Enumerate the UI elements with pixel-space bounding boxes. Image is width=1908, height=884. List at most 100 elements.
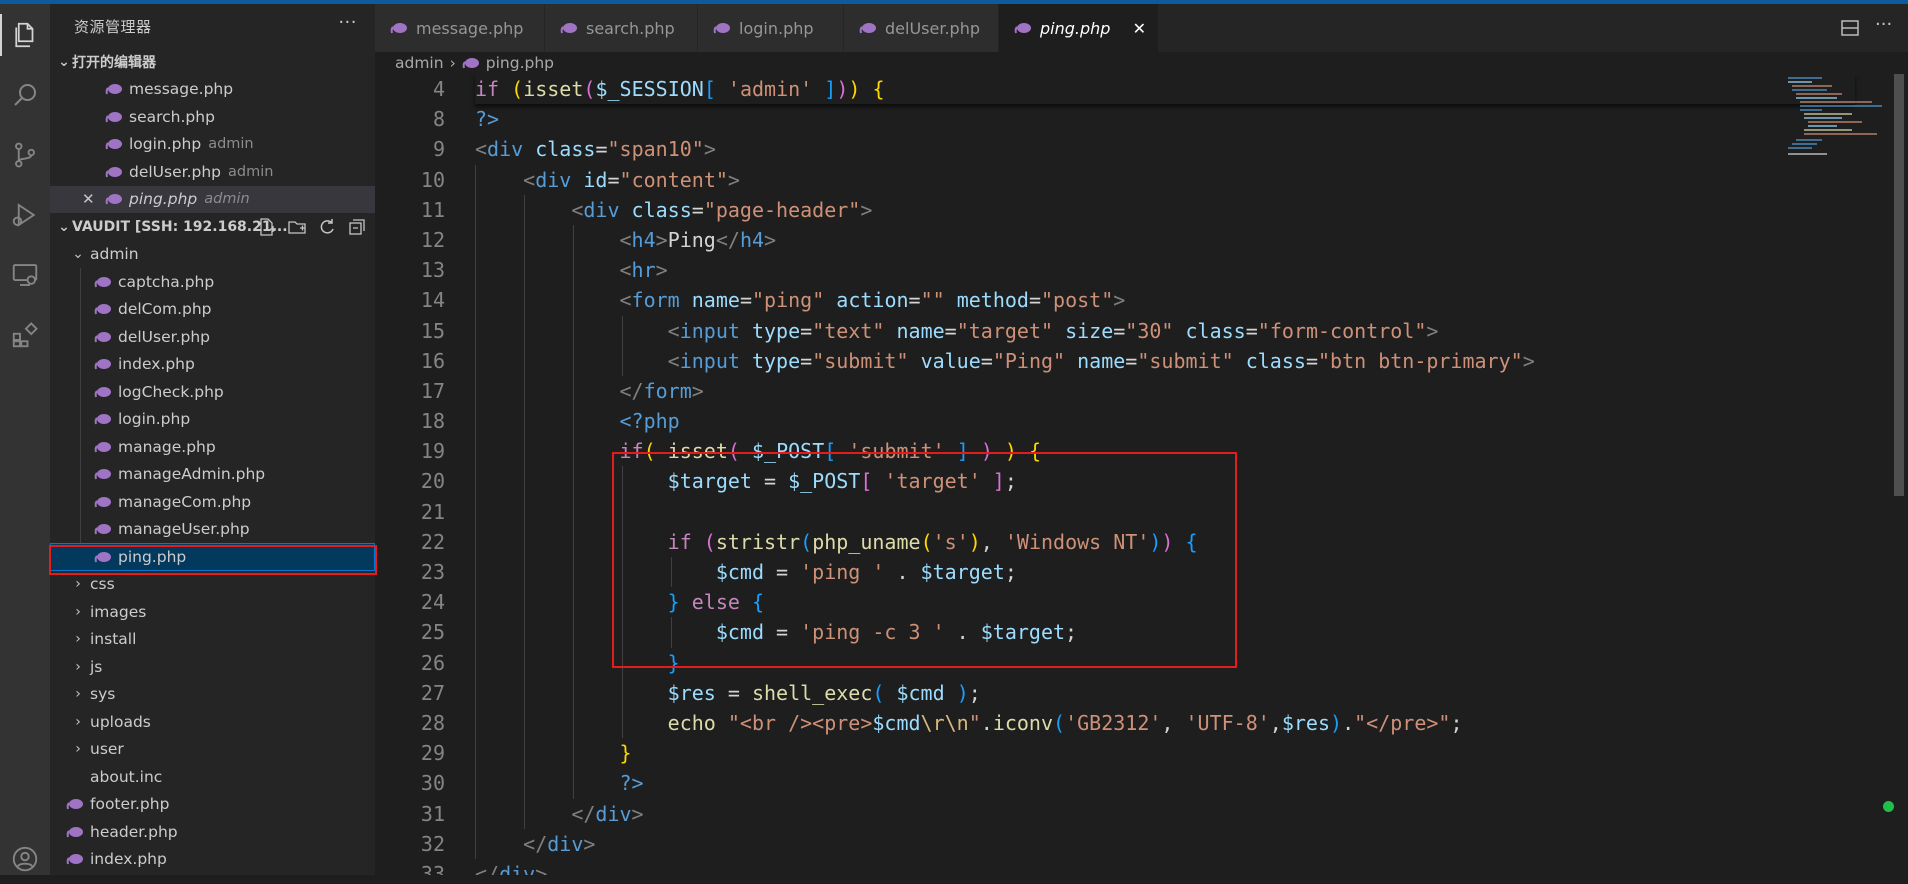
split-editor-icon[interactable] — [1840, 18, 1860, 38]
explorer-icon[interactable] — [0, 10, 50, 60]
new-file-icon[interactable] — [257, 217, 277, 237]
file-item[interactable]: index.php — [50, 846, 375, 874]
code-line: if (isset($_SESSION[ 'admin' ])) { — [475, 74, 1855, 105]
source-control-icon[interactable] — [0, 130, 50, 180]
chevron-right-icon: › — [449, 54, 456, 72]
file-item[interactable]: delUser.php — [50, 323, 375, 351]
line-number: 9 — [432, 137, 445, 162]
admin-file-list: captcha.php delCom.php delUser.php index… — [50, 268, 375, 571]
tab-deluser[interactable]: delUser.php — [844, 4, 999, 52]
close-icon[interactable]: ✕ — [1133, 19, 1146, 38]
file-item[interactable]: delCom.php — [50, 296, 375, 324]
line-number-gutter: 4 8 9 10 11 12 13 14 15 16 17 18 19 20 2… — [375, 74, 445, 875]
php-elephant-icon — [94, 414, 111, 425]
new-folder-icon[interactable] — [287, 217, 307, 237]
file-item[interactable]: manageAdmin.php — [50, 461, 375, 489]
php-elephant-icon — [105, 111, 122, 122]
collapse-all-icon[interactable] — [347, 217, 367, 237]
file-item[interactable]: captcha.php — [50, 268, 375, 296]
workspace-header[interactable]: ⌄ VAUDIT [SSH: 192.168.21... — [50, 213, 375, 241]
file-item[interactable]: index.php — [50, 351, 375, 379]
file-item[interactable]: manage.php — [50, 433, 375, 461]
activity-bar — [0, 4, 50, 875]
line-number: 18 — [420, 409, 445, 434]
php-elephant-icon — [94, 359, 111, 370]
open-editor-item[interactable]: message.php — [50, 76, 375, 104]
code-line: ?> — [475, 107, 500, 132]
folder-item[interactable]: › js — [50, 653, 375, 681]
tab-message[interactable]: message.php — [375, 4, 545, 52]
chevron-right-icon: › — [75, 603, 81, 620]
minimap[interactable] — [1782, 74, 1892, 164]
scrollbar-thumb[interactable] — [1894, 74, 1904, 496]
status-dot — [1883, 801, 1894, 812]
line-number: 19 — [420, 439, 445, 464]
chevron-down-icon: ⌄ — [72, 246, 84, 263]
file-item[interactable]: about.inc — [50, 763, 375, 791]
folder-item[interactable]: › sys — [50, 681, 375, 709]
code-line: <input type="text" name="target" size="3… — [475, 315, 1855, 346]
php-elephant-icon — [94, 441, 111, 452]
folder-admin[interactable]: ⌄ admin — [50, 241, 375, 269]
code-line: } — [475, 738, 1855, 769]
file-item[interactable]: login.php — [50, 406, 375, 434]
open-editors-header[interactable]: ⌄ 打开的编辑器 — [50, 48, 375, 76]
code-line: </div> — [475, 798, 1855, 829]
open-editor-item[interactable]: delUser.php admin — [50, 158, 375, 186]
open-editor-item[interactable]: search.php — [50, 103, 375, 131]
php-elephant-icon — [94, 304, 111, 315]
code-line: <form name="ping" action="" method="post… — [475, 285, 1855, 316]
chevron-right-icon: › — [75, 631, 81, 648]
folder-item[interactable]: › images — [50, 598, 375, 626]
close-icon[interactable]: ✕ — [82, 190, 95, 208]
file-item[interactable]: manageCom.php — [50, 488, 375, 516]
explorer-sidebar: 资源管理器 ··· ⌄ 打开的编辑器 message.php search.ph… — [50, 4, 375, 875]
refresh-icon[interactable] — [317, 217, 337, 237]
tab-login[interactable]: login.php — [698, 4, 844, 52]
chevron-down-icon: ⌄ — [58, 218, 70, 235]
chevron-right-icon: › — [75, 741, 81, 758]
file-item[interactable]: logCheck.php — [50, 378, 375, 406]
php-elephant-icon — [94, 331, 111, 342]
line-number: 31 — [420, 801, 445, 826]
code-line: <div class="span10"> — [475, 137, 716, 162]
more-actions-icon[interactable]: ··· — [1875, 14, 1895, 35]
file-item[interactable]: footer.php — [50, 791, 375, 819]
line-number: 24 — [420, 590, 445, 615]
file-item[interactable]: header.php — [50, 818, 375, 846]
folder-item[interactable]: › uploads — [50, 708, 375, 736]
line-number: 16 — [420, 348, 445, 373]
breadcrumb-file[interactable]: ping.php — [486, 54, 554, 72]
vertical-scrollbar[interactable] — [1892, 74, 1906, 875]
tab-search[interactable]: search.php — [545, 4, 698, 52]
code-line: echo "<br /><pre>$cmd\r\n".iconv('GB2312… — [475, 707, 1855, 739]
folder-item[interactable]: › user — [50, 736, 375, 764]
php-elephant-icon — [94, 386, 111, 397]
tab-ping[interactable]: ping.php ✕ — [999, 4, 1159, 52]
line-number: 12 — [420, 227, 445, 252]
breadcrumb-folder[interactable]: admin — [395, 54, 444, 72]
line-number: 17 — [420, 378, 445, 403]
php-elephant-icon — [462, 58, 479, 69]
php-elephant-icon — [66, 799, 83, 810]
folder-item[interactable]: › install — [50, 626, 375, 654]
php-elephant-icon — [94, 496, 111, 507]
extensions-icon[interactable] — [0, 310, 50, 360]
search-icon[interactable] — [0, 70, 50, 120]
line-number: 30 — [420, 771, 445, 796]
line-number: 23 — [420, 560, 445, 584]
file-item[interactable]: manageUser.php — [50, 516, 375, 544]
open-editor-item[interactable]: login.php admin — [50, 131, 375, 159]
more-actions-icon[interactable]: ··· — [338, 12, 357, 33]
line-number: 10 — [420, 167, 445, 192]
code-line: $res = shell_exec( $cmd ); — [475, 677, 1855, 708]
php-elephant-icon — [105, 139, 122, 150]
run-debug-icon[interactable] — [0, 190, 50, 240]
remote-explorer-icon[interactable] — [0, 250, 50, 300]
code-line: <div class="page-header"> — [475, 194, 1855, 225]
code-line: </div> — [475, 828, 1855, 859]
line-number: 26 — [420, 650, 445, 675]
line-number: 22 — [420, 529, 445, 554]
open-editor-item-active[interactable]: ✕ ping.php admin — [50, 185, 375, 213]
account-icon[interactable] — [0, 834, 50, 884]
